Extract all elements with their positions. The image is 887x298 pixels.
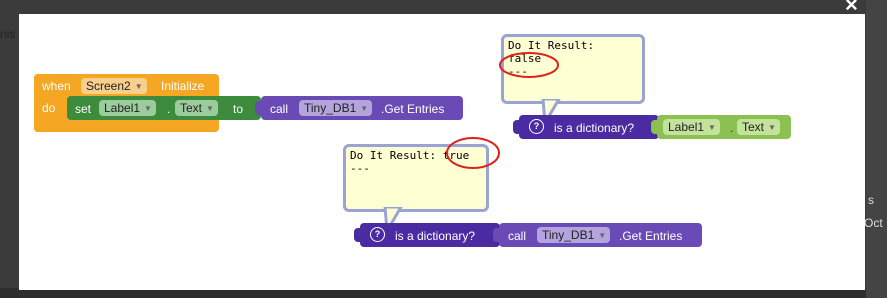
to-label: to	[233, 102, 244, 116]
background-text-right-1: s	[868, 193, 874, 207]
set-property-dropdown[interactable]: Text ▼	[175, 100, 218, 116]
annotation-circle-true	[446, 137, 500, 169]
when-label: when	[42, 79, 71, 93]
is-dictionary-label-2: is a dictionary?	[395, 229, 476, 243]
help-icon[interactable]: ?	[370, 227, 385, 242]
set-dot: .	[167, 102, 171, 116]
is-dictionary-label-1: is a dictionary?	[554, 121, 635, 135]
screen-dropdown[interactable]: Screen2 ▼	[81, 78, 147, 94]
event-name-label: Initialize	[161, 79, 205, 93]
call-component-dropdown[interactable]: Tiny_DB1 ▼	[299, 100, 373, 116]
call-method-label-2: .Get Entries	[619, 229, 683, 243]
getter-property-dropdown[interactable]: Text ▼	[737, 119, 780, 135]
background-text-left: nis	[0, 27, 16, 41]
set-block[interactable]	[67, 96, 261, 120]
call-component-dropdown-2[interactable]: Tiny_DB1 ▼	[537, 227, 611, 243]
blocks-workspace[interactable]: when Screen2 ▼ Initialize do set Label1 ▼ …	[19, 14, 865, 290]
call-label-2: call	[508, 229, 527, 243]
background-text-right-2: Oct	[864, 216, 883, 230]
getter-component-dropdown[interactable]: Label1 ▼	[663, 119, 720, 135]
call-method-label: .Get Entries	[381, 102, 445, 116]
set-label: set	[75, 102, 92, 116]
annotation-circle-false	[499, 52, 559, 78]
background-right	[866, 0, 887, 298]
getter-dot: .	[730, 121, 734, 135]
do-label: do	[42, 101, 56, 115]
set-component-dropdown[interactable]: Label1 ▼	[99, 100, 156, 116]
help-icon[interactable]: ?	[529, 119, 544, 134]
call-label: call	[270, 102, 289, 116]
